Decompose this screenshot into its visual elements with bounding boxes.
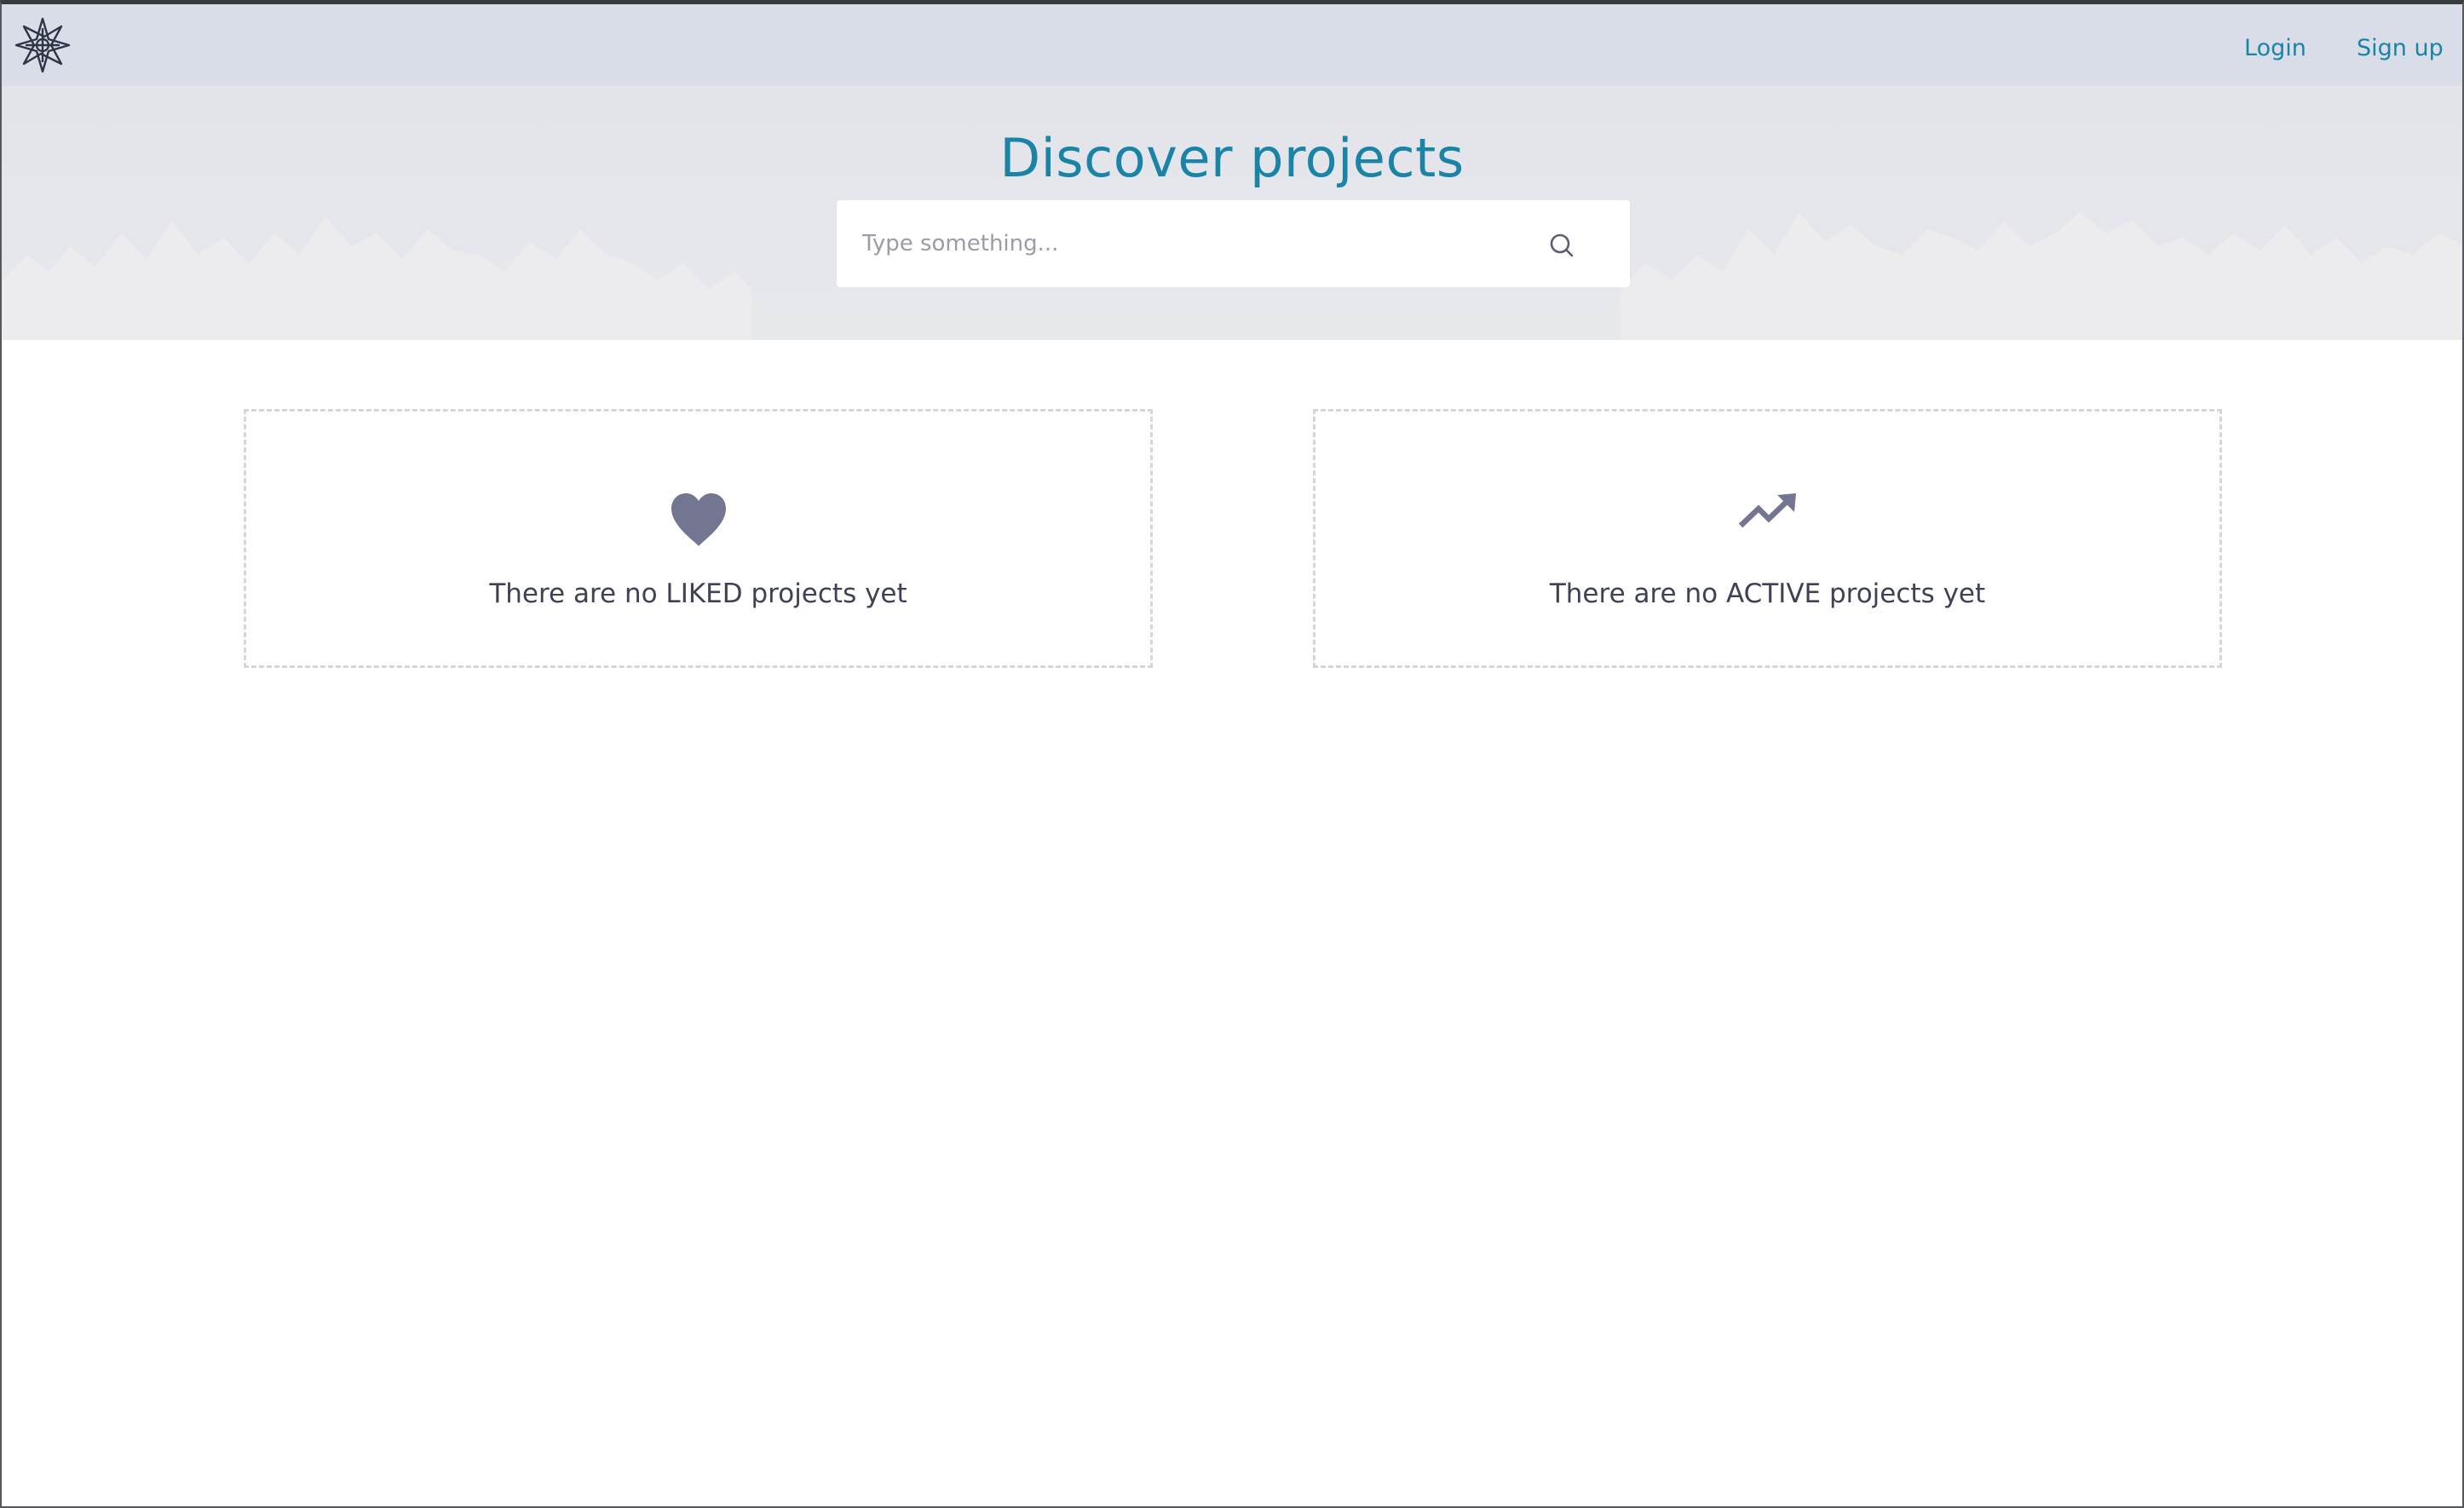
heart-icon bbox=[669, 492, 728, 551]
active-empty-message: There are no ACTIVE projects yet bbox=[1549, 578, 1986, 609]
liked-projects-empty-card: There are no LIKED projects yet bbox=[244, 409, 1153, 668]
search-icon[interactable] bbox=[1547, 231, 1576, 260]
search-input[interactable] bbox=[862, 221, 1527, 267]
page-title: Discover projects bbox=[999, 127, 1465, 189]
active-projects-empty-card: There are no ACTIVE projects yet bbox=[1313, 409, 2222, 668]
signup-link[interactable]: Sign up bbox=[2357, 35, 2444, 61]
snowflake-logo-icon[interactable] bbox=[14, 16, 72, 74]
trending-up-icon bbox=[1738, 492, 1798, 534]
top-navigation-bar: Login Sign up bbox=[2, 4, 2462, 86]
search-bar bbox=[837, 200, 1630, 287]
app-window: Login Sign up Discover projects Type som… bbox=[0, 0, 2464, 1508]
login-link[interactable]: Login bbox=[2244, 35, 2306, 61]
liked-empty-message: There are no LIKED projects yet bbox=[489, 578, 907, 609]
hero-banner: Discover projects bbox=[2, 86, 2462, 340]
